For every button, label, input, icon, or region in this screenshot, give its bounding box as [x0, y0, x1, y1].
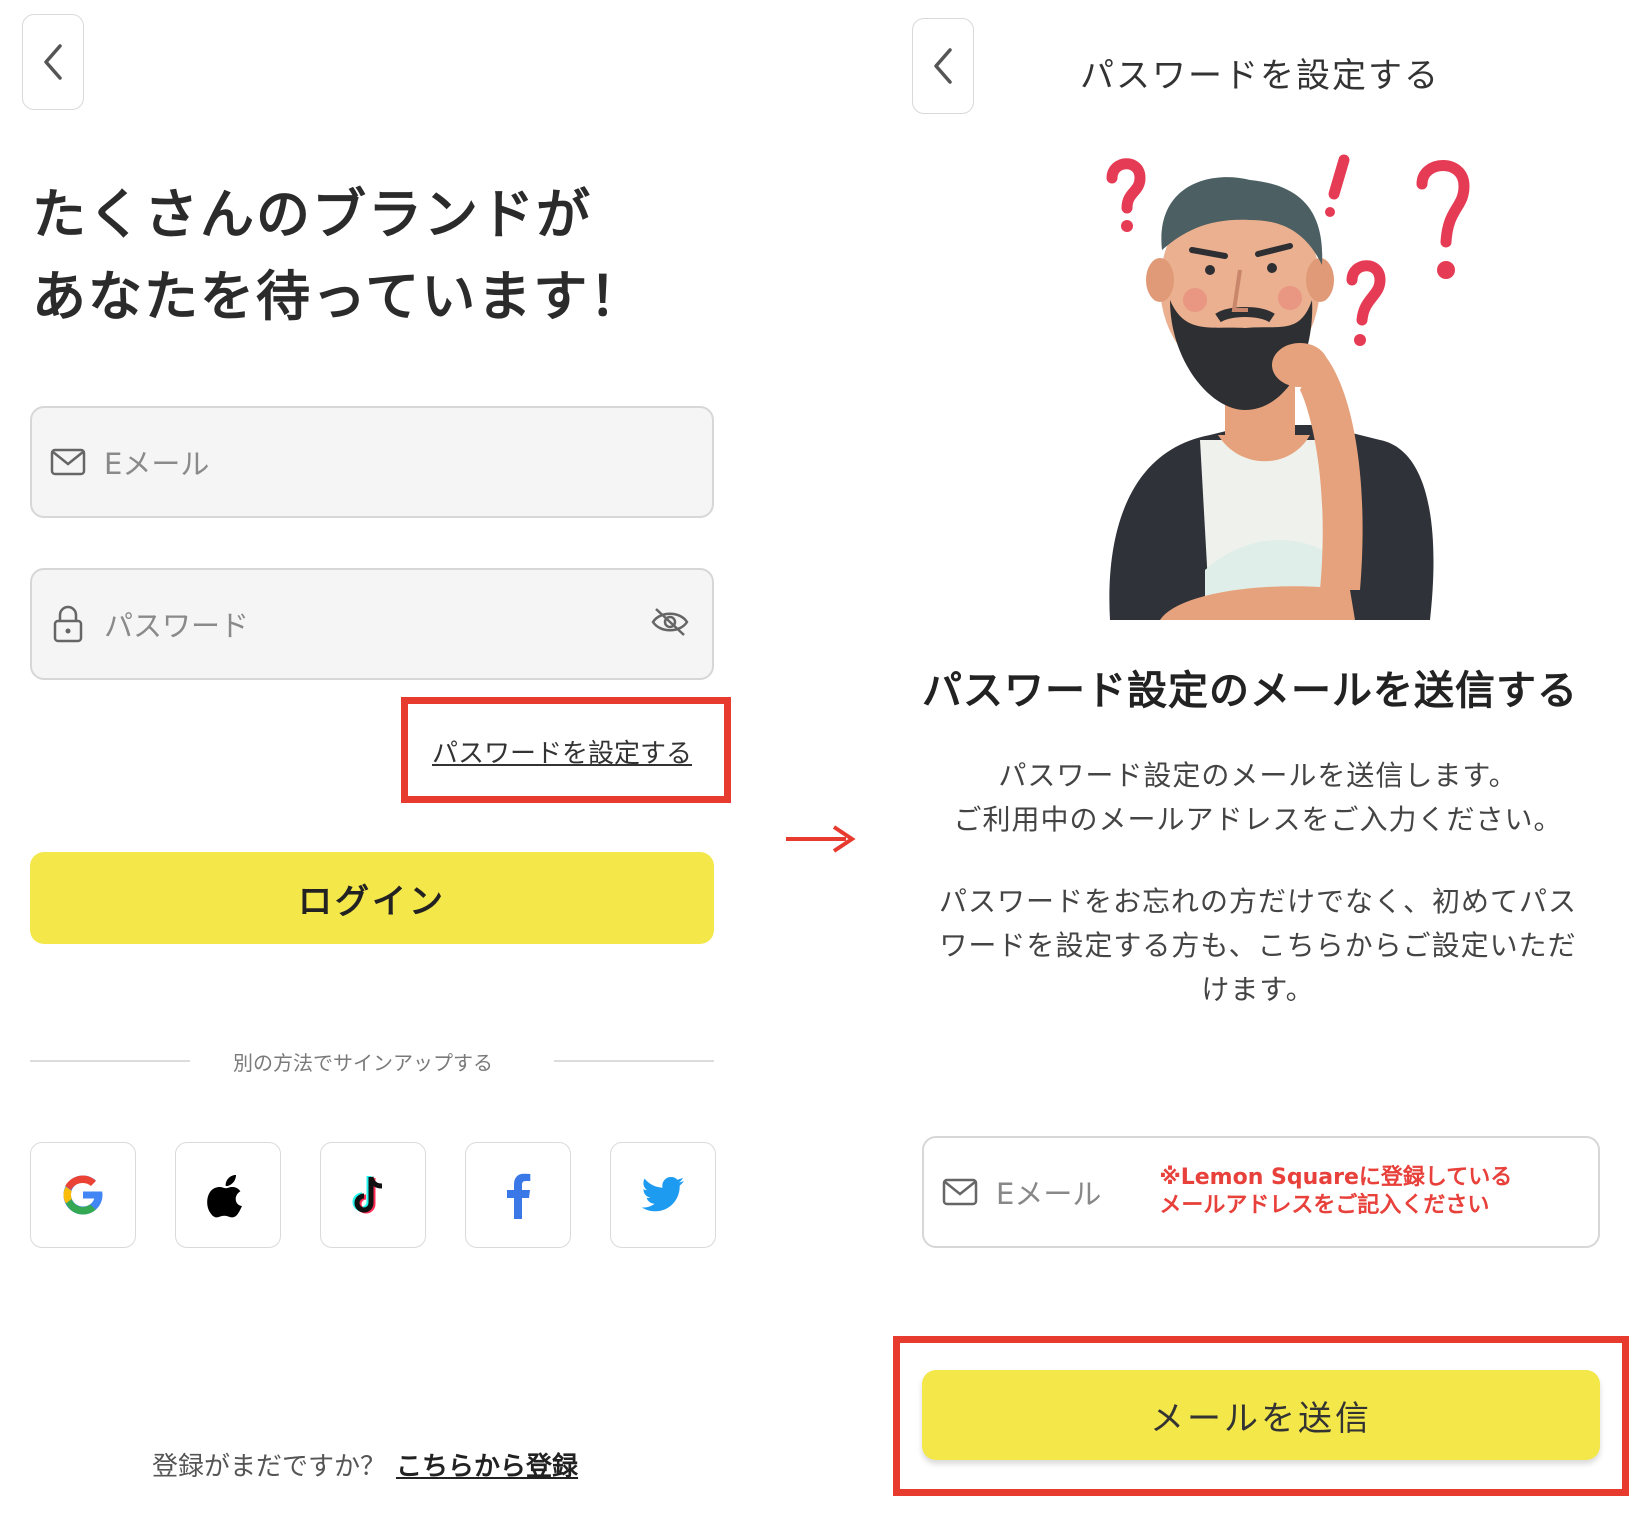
login-button[interactable]: ログイン [30, 852, 714, 944]
back-button[interactable] [22, 14, 84, 110]
headline-line-2: あなたを待っています！ [32, 265, 646, 328]
divider-right [554, 1060, 714, 1062]
email-field[interactable]: Eメール ※Lemon Squareに登録している メールアドレスをご記入くださ… [922, 1136, 1600, 1248]
description-2: パスワードをお忘れの方だけでなく、初めてパスワードを設定する方も、こちらからご設… [938, 885, 1577, 1006]
email-placeholder: Eメール [104, 447, 210, 481]
description-1: パスワード設定のメールを送信します。 ご利用中のメールアドレスをご入力ください。 [928, 754, 1588, 842]
apple-login-button[interactable] [175, 1142, 281, 1248]
description-line-1: パスワード設定のメールを送信します。 [998, 759, 1518, 792]
mail-icon [50, 444, 86, 480]
divider-left [30, 1060, 190, 1062]
email-note-line-1: ※Lemon Squareに登録している [1159, 1165, 1513, 1190]
divider-text: 別の方法でサインアップする [233, 1051, 493, 1075]
email-note-line-2: メールアドレスをご記入ください [1159, 1193, 1490, 1218]
password-placeholder: パスワード [104, 609, 250, 643]
thinking-man-illustration [1106, 154, 1470, 620]
email-field[interactable]: Eメール [30, 406, 714, 518]
register-link[interactable]: こちらから登録 [396, 1452, 578, 1482]
login-button-label: ログイン [298, 881, 446, 922]
headline-line-1: たくさんのブランドが [32, 183, 592, 246]
facebook-login-button[interactable] [465, 1142, 571, 1248]
register-prompt: 登録がまだですか？ [152, 1452, 387, 1482]
facebook-icon [507, 1173, 531, 1219]
back-button[interactable] [912, 18, 974, 114]
register-row: 登録がまだですか？ こちらから登録 [152, 1446, 578, 1483]
mail-icon [942, 1174, 978, 1210]
lock-icon [50, 605, 86, 643]
send-email-button[interactable]: メールを送信 [922, 1370, 1600, 1460]
google-icon [63, 1175, 103, 1215]
description-line-2: ご利用中のメールアドレスをご入力ください。 [953, 803, 1563, 836]
tiktok-icon [352, 1176, 383, 1214]
twitter-icon [641, 1177, 684, 1212]
chevron-left-icon [934, 48, 952, 84]
page-title: パスワードを設定する [1080, 56, 1440, 96]
password-field[interactable]: パスワード [30, 568, 714, 680]
twitter-login-button[interactable] [610, 1142, 716, 1248]
email-note: ※Lemon Squareに登録している メールアドレスをご記入ください [1159, 1164, 1512, 1220]
section-heading: パスワード設定のメールを送信する [922, 668, 1578, 714]
apple-icon [207, 1174, 242, 1218]
send-email-button-label: メールを送信 [1150, 1398, 1372, 1439]
set-password-link[interactable]: パスワードを設定する [432, 733, 692, 770]
email-placeholder: Eメール [996, 1177, 1102, 1211]
chevron-left-icon [44, 44, 62, 80]
tiktok-login-button[interactable] [320, 1142, 426, 1248]
eye-off-icon[interactable] [650, 606, 690, 642]
arrow-right-icon [786, 825, 856, 853]
google-login-button[interactable] [30, 1142, 136, 1248]
